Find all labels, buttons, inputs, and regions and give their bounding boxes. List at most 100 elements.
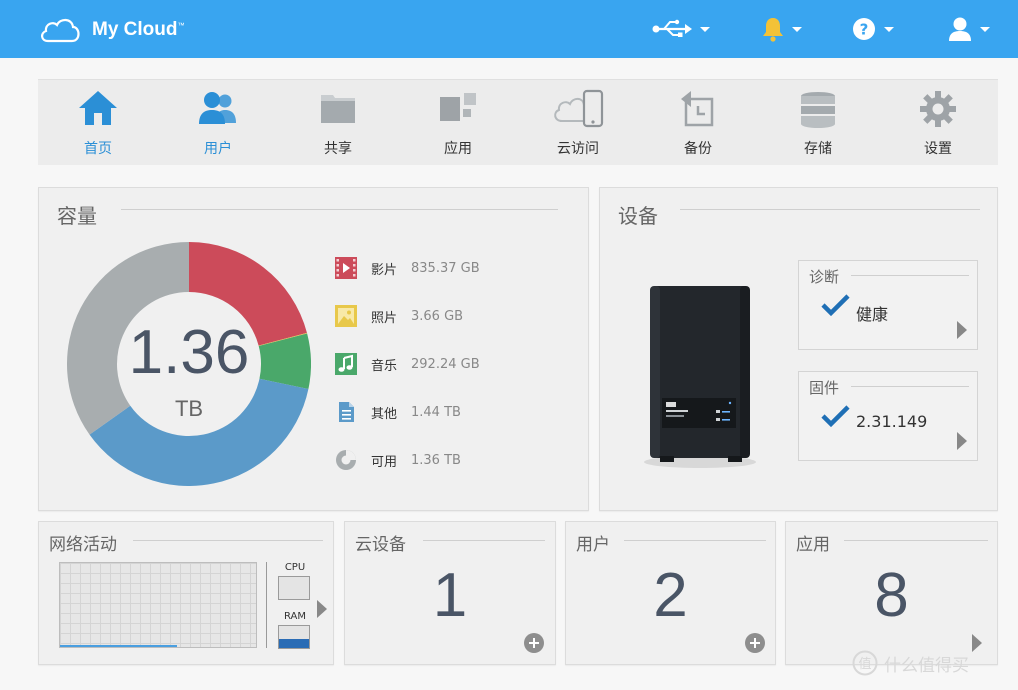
svg-text:?: ? (860, 21, 869, 39)
legend-item-music: 音乐 292.24 GB (335, 351, 480, 377)
watermark: 值 什么值得买 (852, 650, 969, 676)
nav-item-label: 用户 (204, 141, 232, 157)
chevron-right-icon[interactable] (317, 600, 327, 618)
nas-device-image (644, 286, 756, 468)
nav-item-cloud-access[interactable]: 云访问 (518, 80, 638, 166)
chevron-right-icon[interactable] (957, 321, 967, 339)
legend-value: 292.24 GB (411, 356, 480, 372)
nav-item-label: 备份 (684, 141, 712, 157)
capacity-title: 容量 (57, 204, 97, 228)
nav-item-shares[interactable]: 共享 (278, 80, 398, 166)
legend-label: 照片 (371, 310, 398, 326)
legend-item-free: 可用 1.36 TB (335, 447, 461, 473)
health-status: 健康 (856, 305, 889, 324)
capacity-panel: 容量 1.36 TB 影片 835.37 GB 照片 3.66 GB 音乐 29… (38, 187, 589, 511)
watermark-text: 什么值得买 (884, 655, 969, 676)
ram-usage-fill (279, 639, 309, 648)
legend-value: 1.44 TB (411, 404, 461, 420)
add-icon[interactable] (745, 633, 765, 653)
legend-value: 835.37 GB (411, 260, 480, 276)
chevron-down-icon (980, 26, 990, 32)
nav-item-label: 设置 (924, 141, 952, 157)
capacity-total-value: 1.36 (128, 318, 250, 387)
ram-usage-meter (278, 625, 310, 649)
legend-label: 影片 (371, 262, 398, 278)
nav-item-storage[interactable]: 存储 (758, 80, 878, 166)
user-icon (949, 17, 971, 41)
divider (851, 386, 969, 387)
divider (851, 275, 969, 276)
network-activity-graph (59, 562, 257, 648)
network-activity-panel[interactable]: 网络活动 CPU RAM (38, 521, 334, 665)
nav-item-label: 云访问 (557, 141, 599, 157)
user-menu-button[interactable] (948, 14, 990, 44)
nav-item-apps[interactable]: 应用 (398, 80, 518, 166)
device-title: 设备 (618, 204, 658, 228)
cpu-usage-meter (278, 576, 310, 600)
nav-item-label: 共享 (324, 141, 352, 157)
notifications-button[interactable] (762, 14, 802, 44)
top-bar: My Cloud™ ? (0, 0, 1018, 58)
divider (133, 540, 323, 541)
firmware-title: 固件 (809, 379, 840, 397)
divider (624, 540, 766, 541)
legend-item-photos: 照片 3.66 GB (335, 303, 463, 329)
apps-title: 应用 (796, 535, 830, 555)
music-icon (335, 353, 357, 375)
cloud-devices-title: 云设备 (355, 535, 406, 555)
brand-name: My Cloud™ (92, 19, 185, 40)
divider (266, 562, 267, 648)
help-button[interactable]: ? (852, 14, 894, 44)
users-title: 用户 (576, 535, 610, 555)
add-icon[interactable] (524, 633, 544, 653)
divider (844, 540, 988, 541)
svg-text:值: 值 (858, 656, 871, 672)
cloud-devices-count: 1 (432, 561, 468, 630)
help-icon: ? (853, 18, 875, 40)
photo-icon (335, 305, 357, 327)
firmware-card[interactable]: 固件 2.31.149 (798, 371, 978, 461)
nav-item-users[interactable]: 用户 (158, 80, 278, 166)
diagnostics-title: 诊断 (809, 268, 840, 286)
nav-item-backup[interactable]: 备份 (638, 80, 758, 166)
backup-icon (681, 91, 714, 127)
usb-icon (652, 19, 692, 37)
legend-item-video: 影片 835.37 GB (335, 255, 480, 281)
nav-item-settings[interactable]: 设置 (878, 80, 998, 166)
storage-icon (801, 92, 835, 128)
firmware-version: 2.31.149 (856, 412, 928, 431)
apps-panel[interactable]: 应用 8 (785, 521, 998, 665)
usb-menu-button[interactable] (652, 14, 710, 44)
diagnostics-card[interactable]: 诊断 健康 (798, 260, 978, 350)
video-icon (335, 257, 357, 279)
cloud-access-icon (554, 89, 604, 128)
legend-item-other: 其他 1.44 TB (335, 399, 461, 425)
checkmark-icon (821, 294, 850, 317)
apps-count: 8 (874, 561, 909, 630)
chevron-right-icon[interactable] (972, 634, 982, 652)
legend-value: 3.66 GB (411, 308, 464, 324)
users-count: 2 (653, 561, 688, 630)
cloud-devices-panel[interactable]: 云设备 1 (344, 521, 556, 665)
capacity-total-unit: TB (174, 396, 204, 421)
chevron-right-icon[interactable] (957, 432, 967, 450)
nav-item-home[interactable]: 首页 (38, 80, 158, 166)
users-panel[interactable]: 用户 2 (565, 521, 776, 665)
users-icon (199, 92, 236, 124)
bell-icon (763, 18, 783, 42)
divider (423, 540, 545, 541)
legend-label: 音乐 (371, 358, 398, 374)
device-panel: 设备 诊断 健康 固件 2.31.149 (599, 187, 998, 511)
home-icon (79, 91, 117, 125)
divider (680, 209, 980, 210)
free-space-icon (336, 450, 356, 470)
legend-label: 可用 (371, 454, 398, 470)
document-icon (339, 402, 354, 422)
chevron-down-icon (700, 26, 710, 32)
watermark-logo-icon: 值 (852, 650, 878, 676)
network-title: 网络活动 (49, 535, 117, 555)
nav-item-label: 应用 (444, 141, 472, 157)
chevron-down-icon (884, 26, 894, 32)
nav-item-label: 存储 (804, 141, 832, 157)
ram-label: RAM (283, 611, 306, 622)
